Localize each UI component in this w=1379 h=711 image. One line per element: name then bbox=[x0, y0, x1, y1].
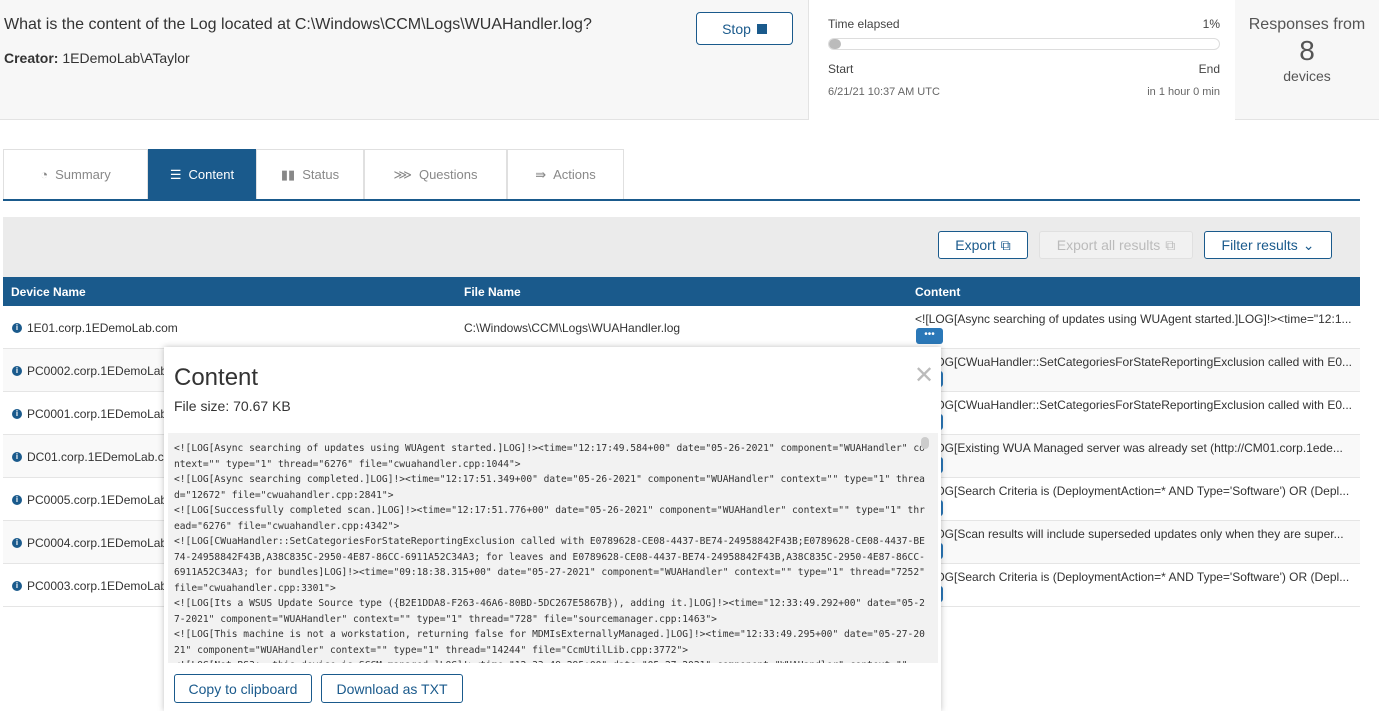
results-toolbar: Export ⧉ Export all results ⧉ Filter resul… bbox=[3, 217, 1360, 277]
log-content[interactable]: <![LOG[Async searching of updates using … bbox=[168, 433, 938, 663]
more-button[interactable]: ••• bbox=[916, 328, 943, 344]
start-label: Start bbox=[828, 62, 854, 76]
column-content[interactable]: Content bbox=[915, 285, 960, 299]
tab-label: Actions bbox=[553, 167, 596, 182]
file-name: C:\Windows\CCM\Logs\WUAHandler.log bbox=[464, 321, 681, 335]
column-device-name[interactable]: Device Name bbox=[11, 285, 86, 299]
download-txt-button[interactable]: Download as TXT bbox=[321, 674, 463, 703]
external-link-icon: ⧉ bbox=[1000, 236, 1011, 253]
info-icon[interactable]: i bbox=[12, 323, 22, 333]
stop-button[interactable]: Stop bbox=[696, 12, 793, 45]
tab-summary[interactable]: ◔ Summary bbox=[3, 149, 148, 199]
end-label: End bbox=[1198, 62, 1220, 76]
content-preview: <![LOG[CWuaHandler::SetCategoriesForStat… bbox=[915, 398, 1352, 412]
close-icon[interactable]: ✕ bbox=[914, 361, 934, 390]
table-header: Device Name File Name Content bbox=[3, 277, 1360, 306]
tab-label: Questions bbox=[418, 167, 478, 182]
stop-label: Stop bbox=[722, 20, 751, 37]
creator: Creator: 1EDemoLab\ATaylor bbox=[4, 50, 190, 66]
question-header: What is the content of the Log located a… bbox=[0, 0, 1379, 120]
device-cell: i DC01.corp.1EDemoLab.com bbox=[12, 450, 180, 464]
device-name[interactable]: DC01.corp.1EDemoLab.com bbox=[27, 450, 180, 464]
file-size: File size: 70.67 KB bbox=[174, 398, 291, 414]
content-preview: <![LOG[Search Criteria is (DeploymentAct… bbox=[915, 484, 1350, 498]
stop-icon bbox=[756, 23, 767, 34]
tab-label: Content bbox=[188, 167, 235, 182]
column-file-name[interactable]: File Name bbox=[464, 285, 521, 299]
external-link-icon: ⧉ bbox=[1165, 236, 1176, 253]
info-icon[interactable]: i bbox=[12, 538, 22, 548]
info-icon[interactable]: i bbox=[12, 452, 22, 462]
table-row[interactable]: i 1E01.corp.1EDemoLab.com C:\Windows\CCM\… bbox=[3, 306, 1360, 349]
info-icon[interactable]: i bbox=[12, 495, 22, 505]
info-icon[interactable]: i bbox=[12, 409, 22, 419]
search-list-icon: ☰ bbox=[169, 166, 182, 182]
content-preview: <![LOG[CWuaHandler::SetCategoriesForStat… bbox=[915, 355, 1352, 369]
tab-content[interactable]: ☰ Content bbox=[148, 149, 256, 199]
creator-value: 1EDemoLab\ATaylor bbox=[62, 50, 190, 66]
device-cell: i 1E01.corp.1EDemoLab.com bbox=[12, 321, 178, 335]
content-preview: <![LOG[Search Criteria is (DeploymentAct… bbox=[915, 570, 1350, 584]
percent-label: 1% bbox=[1202, 17, 1220, 31]
actions-icon: ⇛ bbox=[535, 166, 547, 182]
tab-actions[interactable]: ⇛ Actions bbox=[507, 149, 624, 199]
tab-bar: ◔ Summary ☰ Content ▮▮ Status ⋙ Questions ⇛ A… bbox=[3, 149, 624, 199]
dialog-title: Content bbox=[174, 364, 259, 391]
responses-label: Responses from bbox=[1248, 16, 1366, 33]
copy-to-clipboard-button[interactable]: Copy to clipboard bbox=[174, 674, 312, 703]
tab-label: Summary bbox=[55, 167, 111, 182]
pie-chart-icon: ◔ bbox=[40, 167, 49, 182]
responses-count: 8 bbox=[1299, 35, 1315, 66]
end-value: in 1 hour 0 min bbox=[1147, 86, 1220, 98]
filter-label: Filter results bbox=[1221, 237, 1298, 253]
content-preview: <![LOG[Scan results will include superse… bbox=[915, 527, 1344, 541]
scrollbar[interactable] bbox=[921, 437, 929, 449]
chevron-down-icon: ⌄ bbox=[1302, 236, 1315, 253]
export-button[interactable]: Export ⧉ bbox=[938, 231, 1028, 259]
progress-panel: Time elapsed 1% Start End 6/21/21 10:37 … bbox=[808, 0, 1235, 120]
start-value: 6/21/21 10:37 AM UTC bbox=[828, 86, 940, 98]
export-all-label: Export all results bbox=[1056, 237, 1161, 253]
filter-results-button[interactable]: Filter results ⌄ bbox=[1204, 231, 1332, 259]
tab-underline bbox=[3, 199, 1360, 201]
content-preview: <![LOG[Existing WUA Managed server was a… bbox=[915, 441, 1343, 455]
creator-label: Creator: bbox=[4, 50, 59, 66]
time-elapsed-label: Time elapsed bbox=[828, 17, 900, 31]
progress-bar bbox=[828, 38, 1220, 50]
content-preview: <![LOG[Async searching of updates using … bbox=[915, 312, 1352, 326]
info-icon[interactable]: i bbox=[12, 366, 22, 376]
tab-questions[interactable]: ⋙ Questions bbox=[364, 149, 507, 199]
responses-panel: Responses from 8 devices bbox=[1235, 0, 1379, 120]
tab-label: Status bbox=[302, 167, 340, 182]
info-icon[interactable]: i bbox=[12, 581, 22, 591]
export-label: Export bbox=[955, 237, 996, 253]
content-dialog: Content File size: 70.67 KB ✕ <![LOG[Asy… bbox=[164, 347, 941, 711]
tab-status[interactable]: ▮▮ Status bbox=[256, 149, 364, 199]
bar-chart-icon: ▮▮ bbox=[280, 166, 296, 182]
export-all-button[interactable]: Export all results ⧉ bbox=[1039, 231, 1193, 259]
device-name[interactable]: 1E01.corp.1EDemoLab.com bbox=[27, 321, 178, 335]
question-text: What is the content of the Log located a… bbox=[4, 16, 592, 33]
responses-unit: devices bbox=[1283, 68, 1331, 84]
questions-icon: ⋙ bbox=[393, 166, 412, 182]
